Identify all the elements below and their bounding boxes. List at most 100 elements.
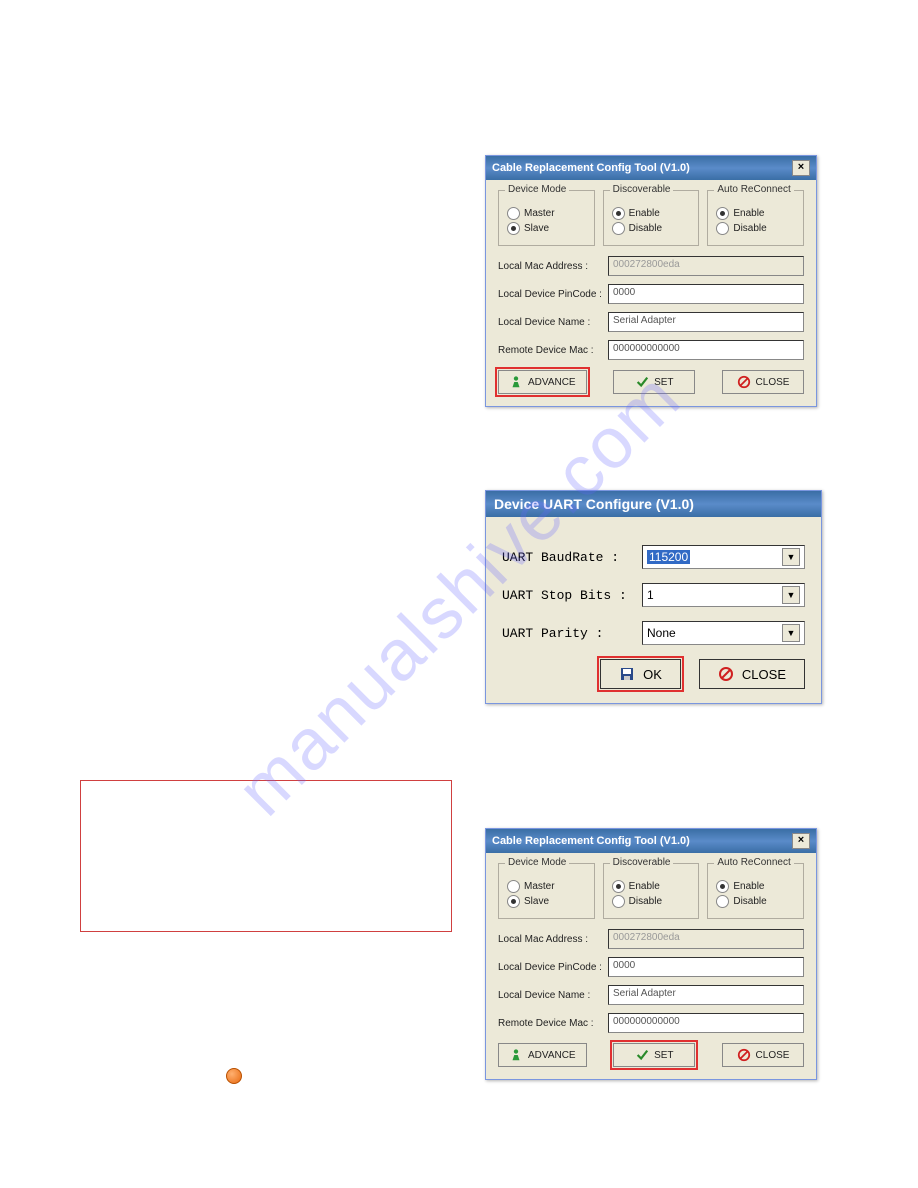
- group-legend: Device Mode: [505, 857, 569, 868]
- dialog-title: Cable Replacement Config Tool (V1.0): [492, 835, 690, 847]
- radio-master[interactable]: Master: [507, 880, 586, 893]
- radio-enable[interactable]: Enable: [716, 880, 795, 893]
- person-icon: [509, 1048, 523, 1062]
- radio-label: Master: [524, 208, 555, 219]
- radio-label: Disable: [733, 896, 766, 907]
- titlebar: Cable Replacement Config Tool (V1.0) ×: [486, 829, 816, 853]
- dialog-title: Cable Replacement Config Tool (V1.0): [492, 162, 690, 174]
- uart-dialog: Device UART Configure (V1.0) UART BaudRa…: [485, 490, 822, 704]
- no-entry-icon: [718, 666, 734, 682]
- remote-input[interactable]: 000000000000: [608, 340, 804, 360]
- stop-select[interactable]: 1 ▼: [642, 583, 805, 607]
- chevron-down-icon: ▼: [782, 548, 800, 566]
- radio-label: Disable: [733, 223, 766, 234]
- stop-label: UART Stop Bits :: [502, 588, 642, 603]
- ok-button[interactable]: OK: [600, 659, 681, 689]
- check-icon: [635, 1048, 649, 1062]
- radio-master[interactable]: Master: [507, 207, 586, 220]
- btn-label: SET: [654, 377, 673, 388]
- radio-enable[interactable]: Enable: [612, 880, 691, 893]
- radio-disable[interactable]: Disable: [716, 222, 795, 235]
- btn-label: CLOSE: [742, 667, 786, 682]
- radio-disable[interactable]: Disable: [612, 895, 691, 908]
- pin-input[interactable]: 0000: [608, 957, 804, 977]
- person-icon: [509, 375, 523, 389]
- remote-label: Remote Device Mac :: [498, 345, 608, 356]
- pin-label: Local Device PinCode :: [498, 962, 608, 973]
- close-icon[interactable]: ×: [792, 833, 810, 849]
- save-icon: [619, 666, 635, 682]
- btn-label: OK: [643, 667, 662, 682]
- remote-label: Remote Device Mac :: [498, 1018, 608, 1029]
- close-button[interactable]: CLOSE: [722, 1043, 804, 1067]
- mac-input: 000272800eda: [608, 929, 804, 949]
- radio-label: Enable: [629, 881, 660, 892]
- titlebar: Cable Replacement Config Tool (V1.0) ×: [486, 156, 816, 180]
- group-legend: Auto ReConnect: [714, 857, 793, 868]
- pin-label: Local Device PinCode :: [498, 289, 608, 300]
- advance-button[interactable]: ADVANCE: [498, 370, 587, 394]
- group-discoverable: Discoverable Enable Disable: [603, 863, 700, 919]
- radio-enable[interactable]: Enable: [612, 207, 691, 220]
- select-value: 1: [647, 588, 654, 602]
- radio-enable[interactable]: Enable: [716, 207, 795, 220]
- group-legend: Discoverable: [610, 857, 674, 868]
- group-legend: Discoverable: [610, 184, 674, 195]
- group-auto-reconnect: Auto ReConnect Enable Disable: [707, 190, 804, 246]
- name-input[interactable]: Serial Adapter: [608, 985, 804, 1005]
- radio-slave[interactable]: Slave: [507, 895, 586, 908]
- parity-select[interactable]: None ▼: [642, 621, 805, 645]
- mac-label: Local Mac Address :: [498, 261, 608, 272]
- btn-label: ADVANCE: [528, 377, 576, 388]
- radio-label: Slave: [524, 223, 549, 234]
- mac-input: 000272800eda: [608, 256, 804, 276]
- name-input[interactable]: Serial Adapter: [608, 312, 804, 332]
- radio-disable[interactable]: Disable: [716, 895, 795, 908]
- remote-input[interactable]: 000000000000: [608, 1013, 804, 1033]
- group-device-mode: Device Mode Master Slave: [498, 863, 595, 919]
- btn-label: ADVANCE: [528, 1050, 576, 1061]
- advance-button[interactable]: ADVANCE: [498, 1043, 587, 1067]
- radio-slave[interactable]: Slave: [507, 222, 586, 235]
- check-icon: [635, 375, 649, 389]
- mac-label: Local Mac Address :: [498, 934, 608, 945]
- close-button[interactable]: CLOSE: [699, 659, 805, 689]
- close-button[interactable]: CLOSE: [722, 370, 804, 394]
- chevron-down-icon: ▼: [782, 586, 800, 604]
- btn-label: SET: [654, 1050, 673, 1061]
- parity-label: UART Parity :: [502, 626, 642, 641]
- baud-select[interactable]: 115200 ▼: [642, 545, 805, 569]
- radio-label: Slave: [524, 896, 549, 907]
- group-legend: Device Mode: [505, 184, 569, 195]
- radio-label: Enable: [629, 208, 660, 219]
- radio-disable[interactable]: Disable: [612, 222, 691, 235]
- config-dialog-1: Cable Replacement Config Tool (V1.0) × D…: [485, 155, 817, 407]
- chevron-down-icon: ▼: [782, 624, 800, 642]
- radio-label: Enable: [733, 881, 764, 892]
- radio-label: Disable: [629, 223, 662, 234]
- select-value: 115200: [647, 550, 690, 564]
- no-entry-icon: [737, 375, 751, 389]
- annotation-box: [80, 780, 452, 932]
- select-value: None: [647, 626, 676, 640]
- name-label: Local Device Name :: [498, 990, 608, 1001]
- dialog-title: Device UART Configure (V1.0): [494, 496, 694, 512]
- group-device-mode: Device Mode Master Slave: [498, 190, 595, 246]
- btn-label: CLOSE: [756, 1050, 790, 1061]
- group-legend: Auto ReConnect: [714, 184, 793, 195]
- no-entry-icon: [737, 1048, 751, 1062]
- radio-label: Enable: [733, 208, 764, 219]
- set-button[interactable]: SET: [613, 1043, 695, 1067]
- radio-label: Master: [524, 881, 555, 892]
- group-auto-reconnect: Auto ReConnect Enable Disable: [707, 863, 804, 919]
- titlebar: Device UART Configure (V1.0): [486, 491, 821, 517]
- name-label: Local Device Name :: [498, 317, 608, 328]
- config-dialog-2: Cable Replacement Config Tool (V1.0) × D…: [485, 828, 817, 1080]
- bullet-dot-icon: [226, 1068, 242, 1084]
- set-button[interactable]: SET: [613, 370, 695, 394]
- radio-label: Disable: [629, 896, 662, 907]
- baud-label: UART BaudRate :: [502, 550, 642, 565]
- close-icon[interactable]: ×: [792, 160, 810, 176]
- btn-label: CLOSE: [756, 377, 790, 388]
- pin-input[interactable]: 0000: [608, 284, 804, 304]
